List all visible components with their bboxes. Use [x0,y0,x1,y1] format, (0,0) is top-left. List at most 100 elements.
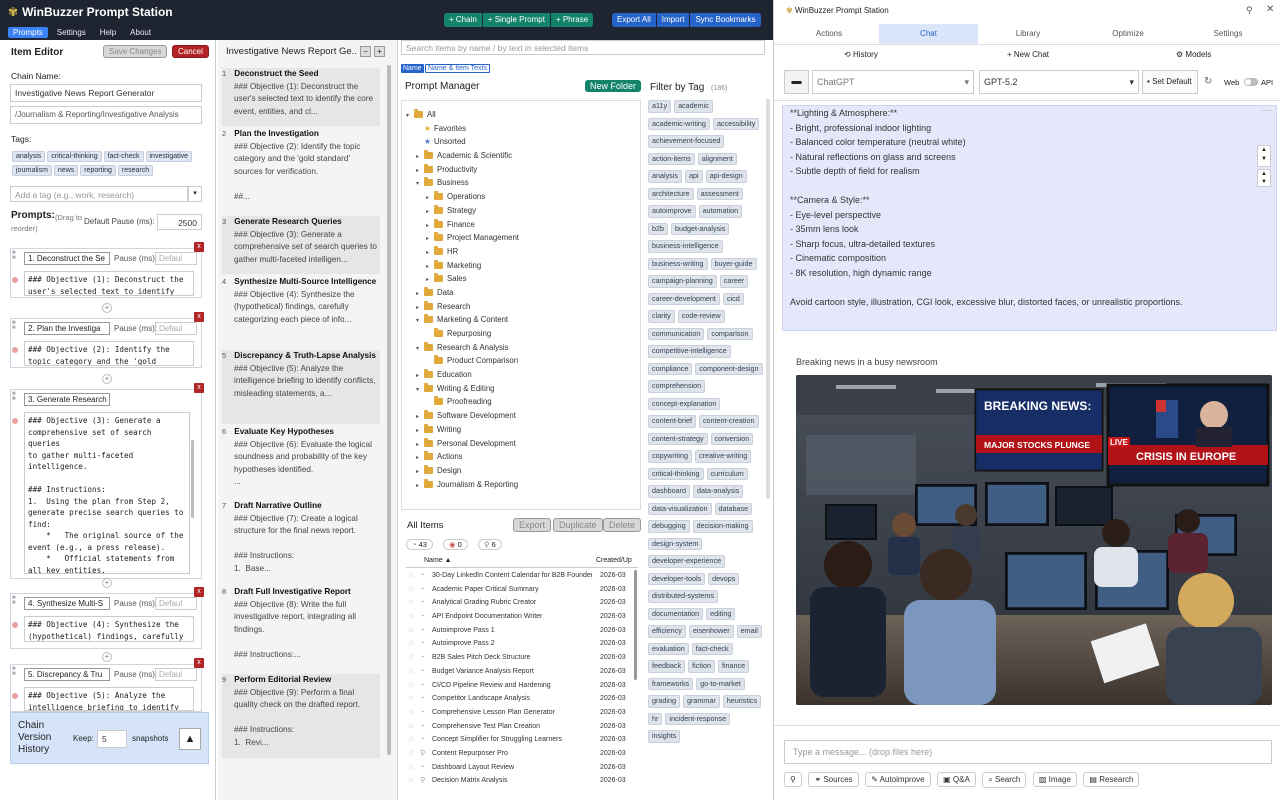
pin-icon[interactable]: ⚲ [1246,5,1253,16]
tag-filter-chip[interactable]: database [714,502,753,515]
tag-filter-chip[interactable]: frameworks [648,677,694,690]
column-created-header[interactable]: Created/Up [596,557,632,564]
models-button[interactable]: ⚙ Models [1176,50,1211,59]
qa-button[interactable]: ▣ Q&A [937,772,976,787]
pause-input[interactable]: Defaul [155,322,197,335]
star-icon[interactable]: ☆ [408,733,414,746]
tag-filter-chip[interactable]: academic-writing [648,117,710,130]
tag-filter-chip[interactable]: data-visualization [648,502,712,515]
star-icon[interactable]: ☆ [408,624,414,637]
expand-icon[interactable]: + [374,46,385,57]
tag-filter-chip[interactable]: alignment [697,152,737,165]
tag-filter-chip[interactable]: creative-writing [694,450,752,463]
table-row[interactable]: ☆ ◔ Academic Paper Critical Summary 2026-03 [406,583,636,597]
table-row[interactable]: ☆ ◔ Autoimprove Pass 1 2026-03 [406,624,636,638]
tag-filter-chip[interactable]: efficiency [648,625,686,638]
tag-filter-chip[interactable]: clarity [648,310,675,323]
star-icon[interactable]: ☆ [408,665,414,678]
step-title-input[interactable]: 4. Synthesize Multi-S [24,597,110,610]
table-row[interactable]: ☆ ◔ 30-Day LinkedIn Content Calendar for B… [406,569,636,583]
star-icon[interactable]: ☆ [408,692,414,705]
tag-filter-chip[interactable]: concept-explanation [648,397,721,410]
column-name-header[interactable]: Name ▲ [424,557,452,564]
collapse-icon[interactable]: − [360,46,371,57]
drag-handle-icon[interactable]: ■ ■ [12,391,19,402]
tag-filter-chip[interactable]: developer-experience [648,555,726,568]
folder-tree-item[interactable]: Repurposing [406,327,638,341]
tag-chip[interactable]: reporting [80,165,116,176]
folder-tree-item[interactable]: ▾ Research & Analysis [406,341,638,355]
generated-newsroom-image[interactable]: BREAKING NEWS: MAJOR STOCKS PLUNGE LIVE … [796,375,1272,705]
tag-filter-chip[interactable]: api [684,170,703,183]
import-button[interactable]: Import [656,13,690,27]
attach-icon[interactable]: ⚲ [784,772,802,787]
remove-step-icon[interactable]: x [194,658,204,668]
tag-filter-chip[interactable]: fiction [688,660,715,673]
star-icon[interactable]: ☆ [408,596,414,609]
folder-tree-item[interactable]: ▾ Business [406,176,638,190]
tag-filter-chip[interactable]: conversion [710,432,754,445]
set-default-button[interactable]: ▪ Set Default [1142,70,1198,94]
step-list-item[interactable]: 9 Perform Editorial Review ### Objective … [222,674,380,758]
tag-dropdown-icon[interactable]: ▾ [188,186,202,202]
folder-tree-item[interactable]: Proofreading [406,395,638,409]
step-title-input[interactable]: 5. Discrepancy & Tru [24,668,110,681]
close-icon[interactable]: ✕ [1266,4,1274,15]
tag-filter-chip[interactable]: buyer-guide [710,257,757,270]
folder-tree-item[interactable]: Product Comparison [406,354,638,368]
tag-filter-chip[interactable]: career-development [648,292,720,305]
star-icon[interactable]: ☆ [408,774,414,787]
image-button[interactable]: ▨ Image [1032,772,1077,787]
side-tab-settings[interactable]: Settings [1178,24,1278,44]
tab-about[interactable]: About [125,27,156,38]
step-text-area[interactable]: ### Objective (1): Deconstruct the user'… [24,271,194,296]
tag-filter-chip[interactable]: component-design [695,362,763,375]
new-folder-button[interactable]: New Folder [585,80,642,92]
model-select[interactable]: GPT-5.2 ▾ [979,70,1139,94]
tag-filter-chip[interactable]: architecture [648,187,694,200]
table-row[interactable]: ☆ ◔ Concept Simplifier for Struggling Lear… [406,733,636,747]
table-row[interactable]: ☆ ◔ Comprehensive Lesson Plan Generator 202… [406,706,636,720]
tag-filter-chip[interactable]: grammar [682,695,720,708]
drag-handle-icon[interactable]: ■ ■ [12,595,19,606]
tag-chip[interactable]: research [117,165,154,176]
keep-snapshots-input[interactable]: 5 [97,730,127,748]
side-tab-chat[interactable]: Chat [879,24,978,44]
tag-filter-chip[interactable]: automation [698,205,743,218]
tag-filter-chip[interactable]: code-review [677,310,725,323]
table-row[interactable]: ☆ ⚲ Decision Matrix Analysis 2026-03 [406,774,636,788]
steps-scrollbar[interactable] [387,65,391,755]
search-input[interactable]: Search items by name / by text in select… [401,40,765,55]
tag-filter-chip[interactable]: content-strategy [648,432,708,445]
folder-tree-item[interactable]: ▸ Project Management [406,231,638,245]
folder-tree-item[interactable]: ★ Unsorted [406,135,638,149]
side-tab-actions[interactable]: Actions [779,24,879,44]
step-text-area[interactable]: ### Objective (2): Identify the topic ca… [24,341,194,366]
tag-filter-chip[interactable]: compliance [648,362,693,375]
tag-filter-chip[interactable]: fact-check [691,642,733,655]
sources-button[interactable]: ⚭ Sources [808,772,859,787]
tag-filter-chip[interactable]: decision-making [692,520,753,533]
star-icon[interactable]: ☆ [408,747,414,760]
tag-filter-chip[interactable]: business-intelligence [648,240,723,253]
tag-filter-chip[interactable]: debugging [648,520,690,533]
tag-filter-chip[interactable]: devops [708,572,740,585]
folder-tree-item[interactable]: ▸ Data [406,286,638,300]
tag-filter-chip[interactable]: academic [674,100,713,113]
web-api-toggle[interactable] [1244,78,1258,86]
tag-filter-chip[interactable]: cicd [722,292,744,305]
tag-chip[interactable]: news [53,165,79,176]
folder-tree-item[interactable]: ▸ Marketing [406,259,638,273]
tag-chip[interactable]: journalism [12,165,52,176]
tag-filter-chip[interactable]: competitive-intelligence [648,345,731,358]
filter-name-toggle[interactable]: Name [401,64,424,73]
tag-filter-chip[interactable]: developer-tools [648,572,706,585]
tag-filter-chip[interactable]: api-design [705,170,747,183]
tag-filter-chip[interactable]: content-creation [698,415,759,428]
add-phrase-button[interactable]: + Phrase [550,13,594,27]
items-scrollbar[interactable] [634,570,637,680]
tag-filter-chip[interactable]: a11y [648,100,672,113]
table-row[interactable]: ☆ ◔ Competitor Landscape Analysis 2026-03 [406,692,636,706]
tag-filter-chip[interactable]: documentation [648,607,704,620]
remove-step-icon[interactable]: x [194,242,204,252]
